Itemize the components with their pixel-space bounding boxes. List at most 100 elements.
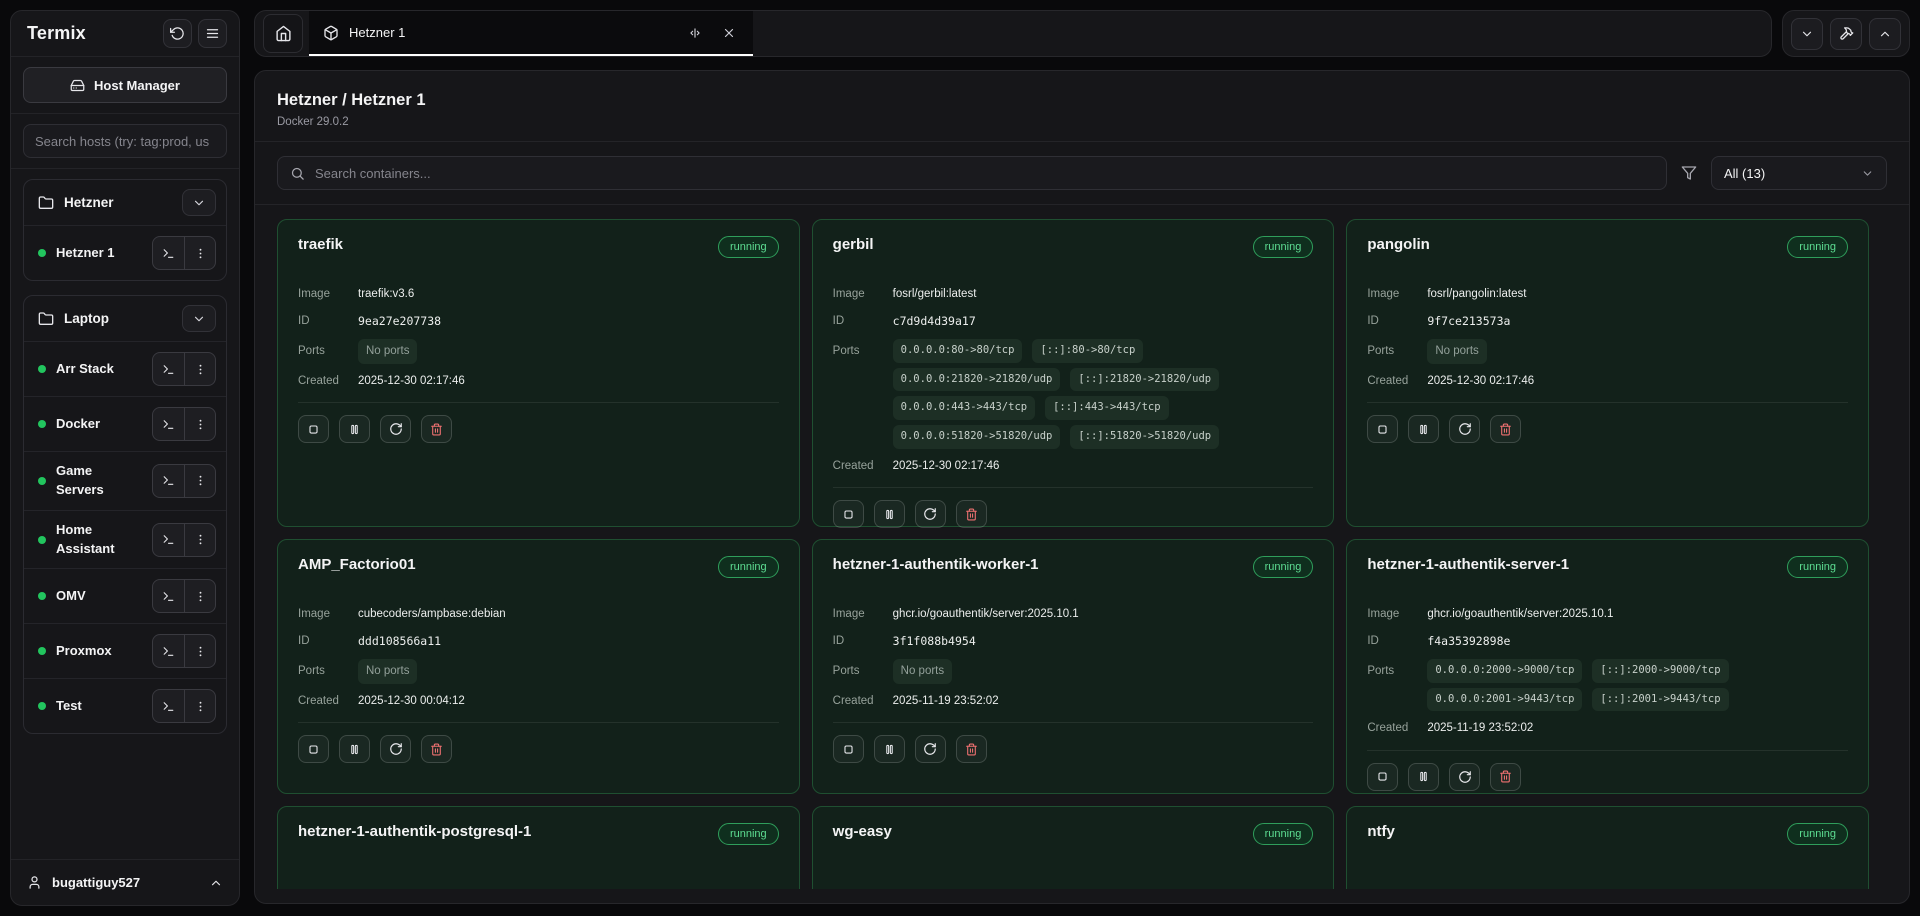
delete-button[interactable] [421,735,452,763]
status-badge: running [718,236,779,258]
pause-button[interactable] [339,415,370,443]
open-terminal-button[interactable] [153,465,184,497]
open-terminal-button[interactable] [153,353,184,385]
container-actions [1367,402,1848,443]
host-menu-button[interactable] [184,690,215,722]
host-item[interactable]: OMV [24,568,226,623]
stop-button[interactable] [833,500,864,528]
delete-button[interactable] [1490,415,1521,443]
collapse-up-button[interactable] [1869,18,1901,50]
filter-icon[interactable] [1681,165,1697,181]
pause-button[interactable] [874,735,905,763]
restart-button[interactable] [1449,763,1480,791]
pause-button[interactable] [339,735,370,763]
open-terminal-button[interactable] [153,408,184,440]
pause-button[interactable] [1408,415,1439,443]
host-actions [152,236,216,270]
host-group-label: Laptop [64,311,172,326]
restart-button[interactable] [380,735,411,763]
stop-button[interactable] [1367,415,1398,443]
search-hosts-input[interactable] [23,124,227,158]
no-ports-chip: No ports [358,339,417,364]
port-mapping-chip: [::]:2001->9443/tcp [1592,688,1728,712]
stop-button[interactable] [833,735,864,763]
port-mapping-chip: 0.0.0.0:80->80/tcp [893,339,1023,363]
host-item[interactable]: Game Servers [24,451,226,510]
host-menu-button[interactable] [184,408,215,440]
host-menu-button[interactable] [184,524,215,556]
home-button[interactable] [263,14,303,53]
pause-button[interactable] [874,500,905,528]
open-terminal-button[interactable] [153,580,184,612]
user-menu[interactable]: bugattiguy527 [11,859,239,905]
restart-button[interactable] [915,500,946,528]
container-search-input[interactable] [315,166,1654,181]
created-label: Created [1367,720,1427,737]
host-label: Arr Stack [56,360,142,379]
status-badge: running [1787,236,1848,258]
host-label: Proxmox [56,642,142,661]
ports-value: 0.0.0.0:80->80/tcp[::]:80->80/tcp0.0.0.0… [893,339,1219,449]
container-card: AMP_Factorio01 running Image cubecoders/… [277,539,800,794]
hammer-icon [1839,26,1854,41]
chevron-down-icon [1861,167,1874,180]
container-card: hetzner-1-authentik-worker-1 running Ima… [812,539,1335,794]
stop-button[interactable] [298,415,329,443]
image-value: traefik:v3.6 [358,286,414,303]
open-terminal-button[interactable] [153,524,184,556]
host-manager-button[interactable]: Host Manager [23,67,227,103]
container-actions [833,487,1314,528]
ports-value: No ports [893,659,952,684]
delete-button[interactable] [1490,763,1521,791]
split-view-button[interactable] [683,21,707,45]
id-value: 3f1f088b4954 [893,633,976,650]
host-item[interactable]: Docker [24,396,226,451]
pause-button[interactable] [1408,763,1439,791]
host-menu-button[interactable] [184,635,215,667]
collapse-group-button[interactable] [182,305,216,332]
host-item[interactable]: Proxmox [24,623,226,678]
page-header: Hetzner / Hetzner 1 Docker 29.0.2 [255,71,1909,142]
host-item[interactable]: Hetzner 1 [24,225,226,280]
menu-button[interactable] [198,19,227,48]
status-badge: running [1253,236,1314,258]
restart-button[interactable] [380,415,411,443]
close-tab-button[interactable] [717,21,741,45]
delete-button[interactable] [956,735,987,763]
host-menu-button[interactable] [184,237,215,269]
hard-drive-icon [70,78,85,93]
refresh-button[interactable] [163,19,192,48]
online-status-dot [38,249,46,257]
tab-hetzner-1[interactable]: Hetzner 1 [309,11,753,56]
ports-label: Ports [1367,659,1427,680]
restart-button[interactable] [1449,415,1480,443]
container-search[interactable] [277,156,1667,190]
stop-button[interactable] [1367,763,1398,791]
stop-button[interactable] [298,735,329,763]
tools-button[interactable] [1830,18,1862,50]
host-menu-button[interactable] [184,353,215,385]
container-actions [298,402,779,443]
containers-scroll-area[interactable]: traefik running Image traefik:v3.6 ID 9e… [255,205,1909,889]
open-terminal-button[interactable] [153,237,184,269]
restart-button[interactable] [915,735,946,763]
image-value: cubecoders/ampbase:debian [358,606,506,623]
host-menu-button[interactable] [184,465,215,497]
host-menu-button[interactable] [184,580,215,612]
online-status-dot [38,536,46,544]
open-terminal-button[interactable] [153,690,184,722]
collapse-group-button[interactable] [182,189,216,216]
window-controls [1782,10,1910,57]
host-item[interactable]: Arr Stack [24,341,226,396]
delete-button[interactable] [956,500,987,528]
delete-button[interactable] [421,415,452,443]
collapse-down-button[interactable] [1791,18,1823,50]
host-actions [152,634,216,668]
id-value: 9ea27e207738 [358,313,441,330]
open-terminal-button[interactable] [153,635,184,667]
status-filter-dropdown[interactable]: All (13) [1711,156,1887,190]
container-actions [833,722,1314,763]
host-item[interactable]: Test [24,678,226,733]
id-value: ddd108566a11 [358,633,441,650]
host-item[interactable]: Home Assistant [24,510,226,569]
